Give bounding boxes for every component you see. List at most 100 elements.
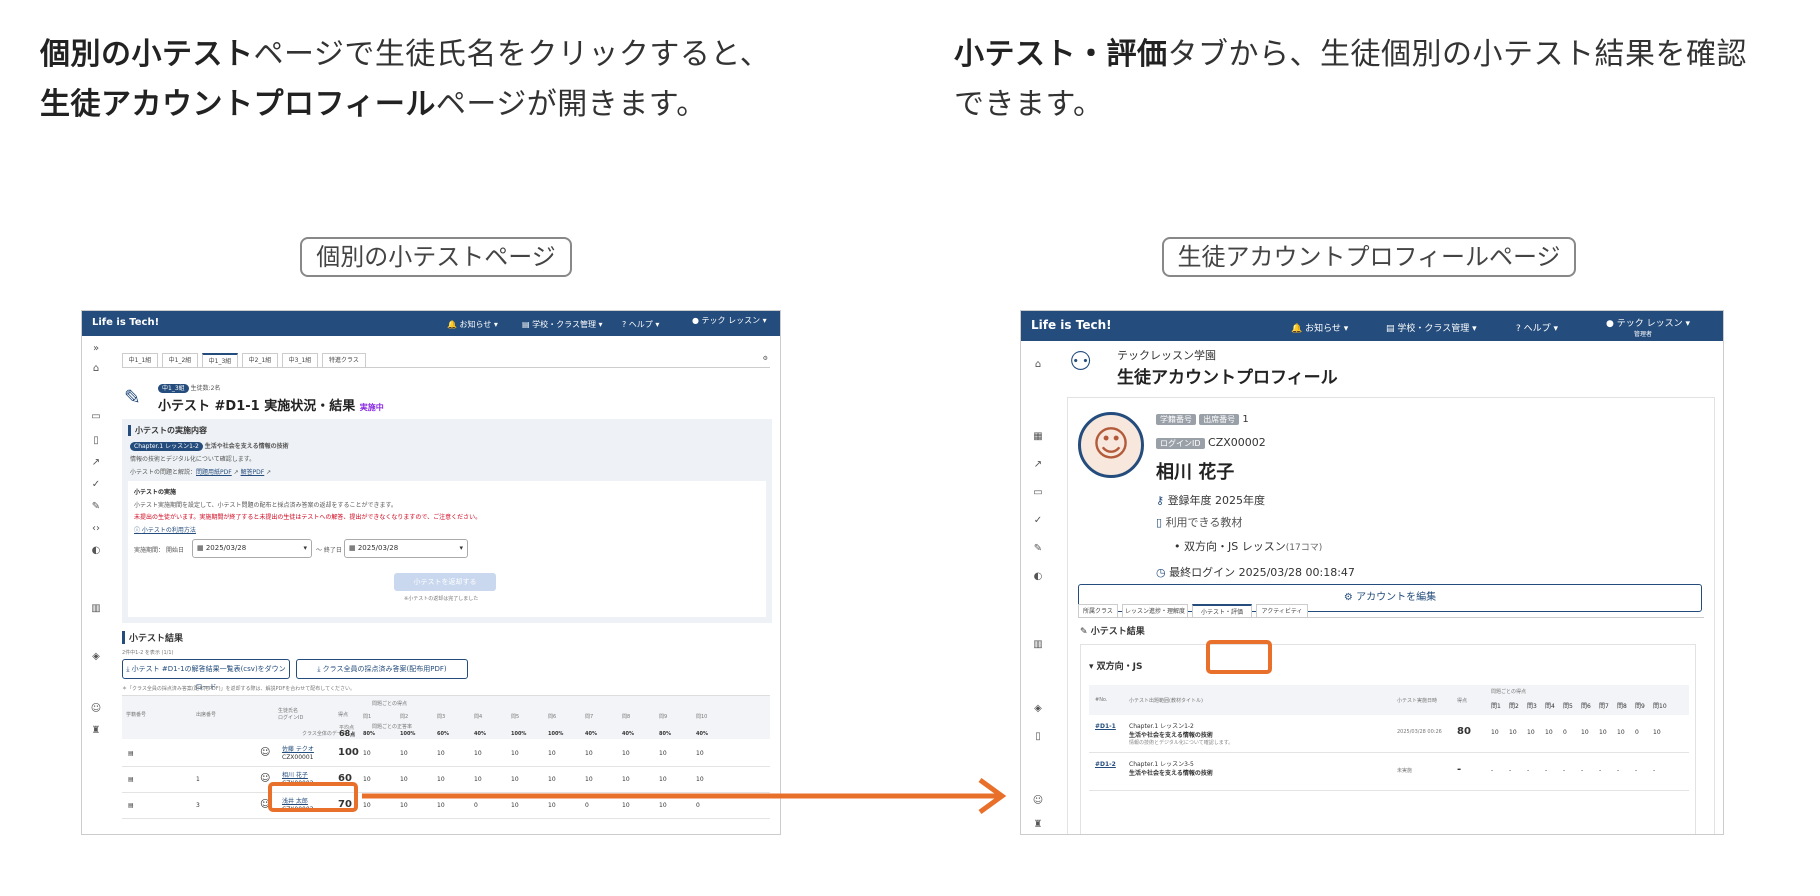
- caption-text: ページが開きます。: [435, 87, 707, 122]
- palette-icon[interactable]: ◐: [1031, 571, 1045, 582]
- home-icon[interactable]: ⌂: [89, 363, 103, 374]
- question-rate: 40%: [696, 731, 708, 737]
- quiz-score: -: [1457, 764, 1462, 775]
- tab-quiz-evaluation[interactable]: 小テスト・評価: [1192, 604, 1252, 617]
- quiz-number-link[interactable]: #D1-2: [1095, 761, 1116, 768]
- trend-icon[interactable]: ↗: [89, 457, 103, 468]
- avatar: ☺: [1078, 412, 1144, 478]
- quiz-row: #D1-2 Chapter.1 レッスン3-5 生活や社会を支える情報の技術 未実施 -…: [1089, 755, 1689, 791]
- download-pdf-button[interactable]: ⤓ クラス全員の採点済み答案(配布用PDF): [296, 659, 468, 679]
- presentation-icon[interactable]: ▭: [1031, 487, 1045, 498]
- col-score[interactable]: 得点: [1457, 697, 1467, 704]
- help-menu[interactable]: ? ヘルプ ▾: [1516, 321, 1558, 334]
- smile-icon[interactable]: ☺: [1031, 795, 1045, 806]
- book-icon: ▯: [1156, 516, 1163, 529]
- tab-class[interactable]: 中2_1組: [242, 353, 278, 367]
- answer-pdf-link[interactable]: 解答PDF: [241, 469, 265, 476]
- tab-activity[interactable]: アクティビティ: [1256, 604, 1308, 617]
- news-menu[interactable]: 🔔 お知らせ ▾: [1291, 321, 1348, 334]
- row-checkbox-icon[interactable]: ▤: [128, 776, 134, 783]
- download-csv-button[interactable]: ⤓ 小テスト #D1-1の解答結果一覧表(csv)をダウンロード: [122, 659, 290, 691]
- col-name[interactable]: 生徒氏名 ログインID: [278, 707, 303, 721]
- col-student-no[interactable]: 学籍番号: [126, 711, 146, 718]
- check-icon[interactable]: ✓: [89, 479, 103, 490]
- smile-icon[interactable]: ☺: [89, 703, 103, 714]
- tab-lesson-progress[interactable]: レッスン進捗・理解度: [1122, 604, 1188, 617]
- tab-divider: [1078, 617, 1704, 618]
- tab-class[interactable]: 中1_2組: [162, 353, 198, 367]
- quiz-date: 2025/03/28 00:26: [1397, 729, 1442, 735]
- presentation-icon[interactable]: ▭: [89, 411, 103, 422]
- school-menu[interactable]: ▤ 学校・クラス管理 ▾: [1386, 321, 1477, 334]
- question-score: -: [1545, 767, 1548, 774]
- col-seat-no[interactable]: 出席番号: [196, 711, 216, 718]
- question-rate: 100%: [548, 731, 564, 737]
- col-score[interactable]: 得点: [338, 711, 348, 718]
- palette-icon[interactable]: ◐: [89, 545, 103, 556]
- chart-icon[interactable]: ▥: [1031, 639, 1045, 650]
- question-pdf-link[interactable]: 問題用紙PDF: [196, 469, 232, 476]
- highlight-student-name: [268, 782, 358, 812]
- end-date-select[interactable]: ▦ 2025/03/28 ▾: [344, 539, 468, 558]
- tab-class[interactable]: 特進クラス: [322, 353, 366, 367]
- trend-icon[interactable]: ↗: [1031, 459, 1045, 470]
- app-header: Life is Tech! 🔔 お知らせ ▾ ▤ 学校・クラス管理 ▾ ? ヘル…: [82, 311, 780, 336]
- col-per-question: 問題ごとの得点: [372, 701, 407, 707]
- user-menu[interactable]: ● テック レッスン ▾ 管理者: [1606, 316, 1690, 339]
- question-header: 問1: [363, 714, 372, 720]
- registration-year: ⚷ 登録年度 2025年度: [1156, 494, 1266, 507]
- results-heading: 小テスト結果: [122, 631, 183, 644]
- student-name-link[interactable]: 佐藤 テクオ: [282, 744, 314, 753]
- code-icon[interactable]: ‹›: [89, 523, 103, 534]
- course-toggle[interactable]: ▾ 双方向・JS: [1089, 659, 1143, 672]
- col-date[interactable]: 小テスト実施日時: [1397, 697, 1437, 704]
- document-icon[interactable]: ▯: [89, 435, 103, 446]
- quiz-number-link[interactable]: #D1-1: [1095, 723, 1116, 730]
- page-title: 小テスト #D1-1 実施状況・結果 実施中: [158, 399, 384, 414]
- return-quiz-button[interactable]: 小テストを返却する: [394, 573, 496, 591]
- trophy-icon[interactable]: ♜: [89, 725, 103, 736]
- tab-class[interactable]: 中1_1組: [122, 353, 158, 367]
- pen-icon[interactable]: ✎: [1031, 543, 1045, 554]
- last-login: ◷ 最終ログイン 2025/03/28 00:18:47: [1156, 566, 1355, 579]
- home-icon[interactable]: ⌂: [1031, 359, 1045, 370]
- question-header: 問10: [696, 714, 708, 720]
- tab-classes[interactable]: 所属クラス: [1078, 604, 1118, 617]
- expand-icon[interactable]: »: [89, 343, 103, 354]
- student-name-link[interactable]: 相川 花子: [282, 770, 308, 779]
- question-score: -: [1617, 767, 1620, 774]
- school-menu[interactable]: ▤ 学校・クラス管理 ▾: [522, 319, 603, 330]
- question-header: 問6: [548, 714, 557, 720]
- start-date-select[interactable]: ▦ 2025/03/28 ▾: [192, 539, 312, 558]
- user-menu[interactable]: ● テック レッスン ▾: [692, 315, 767, 326]
- calendar-icon[interactable]: ▦: [1031, 431, 1045, 442]
- return-note: ※小テストの返却は完了しました: [404, 596, 479, 602]
- row-checkbox-icon[interactable]: ▤: [128, 750, 134, 757]
- left-caption: 個別の小テストページで生徒氏名をクリックすると、 生徒アカウントプロフィールペー…: [40, 30, 770, 130]
- usage-link[interactable]: ⓘ 小テストの利用方法: [134, 525, 196, 534]
- result-count: 2件中1-2 を表示 (1/1): [122, 650, 174, 656]
- row-checkbox-icon[interactable]: ▤: [128, 802, 134, 809]
- chart-icon[interactable]: ▥: [89, 603, 103, 614]
- question-score: 10: [548, 750, 556, 757]
- settings-icon[interactable]: ⚙: [763, 355, 768, 362]
- caption-text: ページで生徒氏名をクリックすると、: [253, 37, 771, 72]
- pen-icon[interactable]: ✎: [89, 501, 103, 512]
- chapter-line: Chapter.1 レッスン1-2 生活や社会を支える情報の技術: [130, 441, 289, 451]
- caption-bold: 生徒アカウントプロフィール: [40, 87, 436, 122]
- help-menu[interactable]: ? ヘルプ ▾: [622, 319, 659, 330]
- tab-class-active[interactable]: 中1_3組: [202, 353, 238, 367]
- document-icon[interactable]: ▯: [1031, 731, 1045, 742]
- shield-icon[interactable]: ◈: [89, 651, 103, 662]
- col-per-question: 問題ごとの得点: [1491, 689, 1526, 695]
- question-header: 問10: [1653, 703, 1667, 710]
- status-badge: 実施中: [359, 403, 384, 412]
- question-score: 10: [511, 750, 519, 757]
- trophy-icon[interactable]: ♜: [1031, 819, 1045, 830]
- check-icon[interactable]: ✓: [1031, 515, 1045, 526]
- tab-class[interactable]: 中3_1組: [282, 353, 318, 367]
- question-rate: 80%: [659, 731, 671, 737]
- files-line: 小テストの問題と解説：問題用紙PDF ↗ 解答PDF ↗: [130, 469, 272, 476]
- shield-icon[interactable]: ◈: [1031, 703, 1045, 714]
- news-menu[interactable]: 🔔 お知らせ ▾: [447, 319, 498, 330]
